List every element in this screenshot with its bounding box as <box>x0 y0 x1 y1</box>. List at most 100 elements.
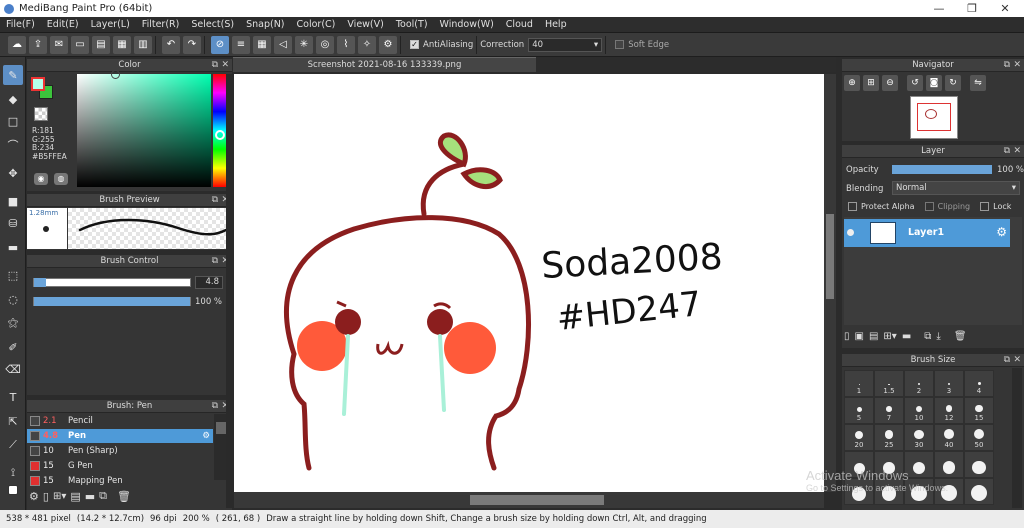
menu-tool[interactable]: Tool(T) <box>390 19 434 30</box>
brush-size-cell[interactable]: 25 <box>874 424 904 451</box>
undock-icon[interactable]: ⧉ <box>1004 354 1010 367</box>
brush-size-cell[interactable]: 30 <box>904 424 934 451</box>
undo-icon[interactable]: ↶ <box>162 35 180 54</box>
document-icon[interactable]: ▤ <box>92 35 110 54</box>
menu-filter[interactable]: Filter(R) <box>136 19 186 30</box>
brush-doc-icon[interactable]: ▤ <box>70 490 80 503</box>
circle-snap-icon[interactable]: ◎ <box>316 35 334 54</box>
brush-list-item[interactable]: 10 Pen (Sharp) <box>27 444 213 458</box>
snap-settings-icon[interactable]: ⚙ <box>379 35 397 54</box>
duplicate-layer-icon[interactable]: ⧉ <box>924 331 931 342</box>
menu-file[interactable]: File(F) <box>0 19 41 30</box>
duplicate-icon[interactable]: ⧉ <box>99 489 107 503</box>
correction-select[interactable]: 40 ▾ <box>528 37 603 52</box>
blending-select[interactable]: Normal ▾ <box>892 181 1020 195</box>
add-brush-icon[interactable]: ⊞▾ <box>53 491 66 502</box>
brush-settings-icon[interactable]: ⚙ <box>29 490 39 503</box>
softedge-checkbox[interactable] <box>615 40 625 49</box>
brush-size-cell[interactable]: 1.5 <box>874 370 904 397</box>
eraser-tool-icon[interactable]: ◆ <box>3 89 23 109</box>
divide-tool-icon[interactable]: ⟋ <box>3 435 23 455</box>
comment-icon[interactable]: ✉ <box>50 35 68 54</box>
snap-off-icon[interactable]: ⊘ <box>211 35 229 54</box>
brush-size-cell[interactable]: 50 <box>964 424 994 451</box>
gradient-tool-icon[interactable]: ▬ <box>3 237 23 257</box>
operation-tool-icon[interactable]: ⇱ <box>3 411 23 431</box>
menu-window[interactable]: Window(W) <box>434 19 500 30</box>
zoom-out-icon[interactable]: ⊖ <box>882 75 898 91</box>
brush-size-value[interactable]: 4.8 <box>195 276 223 289</box>
layer-opacity-slider[interactable] <box>892 165 992 174</box>
brush-size-slider[interactable] <box>33 278 191 287</box>
canvas-horizontal-scrollbar[interactable] <box>234 492 824 508</box>
panel-close-icon[interactable]: ✕ <box>1013 354 1021 367</box>
perspective-snap-icon[interactable]: ◁ <box>274 35 292 54</box>
bucket-tool-icon[interactable]: ⛁ <box>3 213 23 233</box>
new-brush-icon[interactable]: ▯ <box>43 490 49 503</box>
add-layer-menu-icon[interactable]: ⊞▾ <box>883 331 896 342</box>
menu-layer[interactable]: Layer(L) <box>85 19 136 30</box>
transparent-swatch[interactable] <box>34 107 48 121</box>
brush-tool-icon[interactable]: ✎ <box>3 65 23 85</box>
eyedropper-tool-icon[interactable]: ⟟ <box>3 463 23 483</box>
material-icon[interactable]: ▦ <box>113 35 131 54</box>
undock-icon[interactable]: ⧉ <box>212 59 218 72</box>
color-saturation-field[interactable] <box>77 70 211 187</box>
new-layer-icon[interactable]: ▯ <box>844 331 850 342</box>
rotate-right-icon[interactable]: ↻ <box>945 75 961 91</box>
magic-wand-tool-icon[interactable]: ⚝ <box>3 313 23 333</box>
clipping-checkbox[interactable] <box>924 202 934 211</box>
horizontal-scroll-thumb[interactable] <box>470 495 604 505</box>
pen-tool-icon[interactable]: ⌒ <box>3 135 23 155</box>
curve-snap-icon[interactable]: ⌇ <box>337 35 355 54</box>
antialiasing-checkbox[interactable]: ✓ <box>410 40 419 49</box>
select-rect-tool-icon[interactable]: ⬚ <box>3 265 23 285</box>
palette-edit-icon[interactable]: ◍ <box>54 173 68 185</box>
zoom-fit-icon[interactable]: ⊞ <box>863 75 879 91</box>
brush-list-scroll-thumb[interactable] <box>216 422 226 434</box>
brush-size-cell[interactable]: 10 <box>904 397 934 424</box>
redo-icon[interactable]: ↷ <box>183 35 201 54</box>
brush-size-cell[interactable]: 1 <box>844 370 874 397</box>
brush-list-item[interactable]: 2.1 Pencil <box>27 414 213 428</box>
cross-snap-icon[interactable]: ✧ <box>358 35 376 54</box>
brush-list-item[interactable]: 15 G Pen <box>27 459 213 473</box>
undock-icon[interactable]: ⧉ <box>212 194 218 207</box>
brush-size-cell[interactable]: 20 <box>844 424 874 451</box>
brush-size-scrollbar[interactable] <box>1012 368 1022 508</box>
vertical-scroll-thumb[interactable] <box>826 214 834 299</box>
delete-layer-icon[interactable]: 🗑 <box>954 331 967 342</box>
brush-size-cell[interactable] <box>964 451 994 478</box>
menu-snap[interactable]: Snap(N) <box>240 19 290 30</box>
close-icon[interactable]: ✕ <box>990 0 1020 17</box>
radial-snap-icon[interactable]: ✳ <box>295 35 313 54</box>
eye-icon[interactable] <box>847 229 854 236</box>
move-tool-icon[interactable]: ✥ <box>3 163 23 183</box>
canvas-vertical-scrollbar[interactable] <box>824 74 836 492</box>
palette-icon[interactable]: ◉ <box>34 173 48 185</box>
zoom-in-icon[interactable]: ⊕ <box>844 75 860 91</box>
fill-rect-tool-icon[interactable]: ■ <box>3 191 23 211</box>
hue-handle[interactable] <box>215 130 225 140</box>
restore-icon[interactable]: ❐ <box>957 0 987 17</box>
brush-size-cell[interactable]: 3 <box>934 370 964 397</box>
menu-cloud[interactable]: Cloud <box>500 19 539 30</box>
brush-size-cell[interactable]: 5 <box>844 397 874 424</box>
undock-icon[interactable]: ⧉ <box>1004 145 1010 158</box>
undock-icon[interactable]: ⧉ <box>1004 59 1010 72</box>
minimize-icon[interactable]: — <box>924 0 954 17</box>
drawing-canvas[interactable]: Soda2008 #HD247 <box>234 74 824 492</box>
brush-opacity-slider[interactable] <box>33 297 191 306</box>
fit-window-icon[interactable]: ◙ <box>926 75 942 91</box>
layer-folder-icon[interactable]: ▬ <box>902 331 911 342</box>
panel-close-icon[interactable]: ✕ <box>1013 59 1021 72</box>
menu-help[interactable]: Help <box>539 19 573 30</box>
select-pen-tool-icon[interactable]: ✐ <box>3 337 23 357</box>
fg-color-swatch[interactable] <box>31 77 45 91</box>
folder-icon[interactable]: ▬ <box>85 490 95 503</box>
brush-list-item[interactable]: 4.8 Pen ⚙ <box>27 429 213 443</box>
grid-snap-icon[interactable]: ▦ <box>253 35 271 54</box>
select-eraser-tool-icon[interactable]: ⌫ <box>3 359 23 379</box>
brush-size-cell[interactable]: 15 <box>964 397 994 424</box>
undock-icon[interactable]: ⧉ <box>212 255 218 268</box>
